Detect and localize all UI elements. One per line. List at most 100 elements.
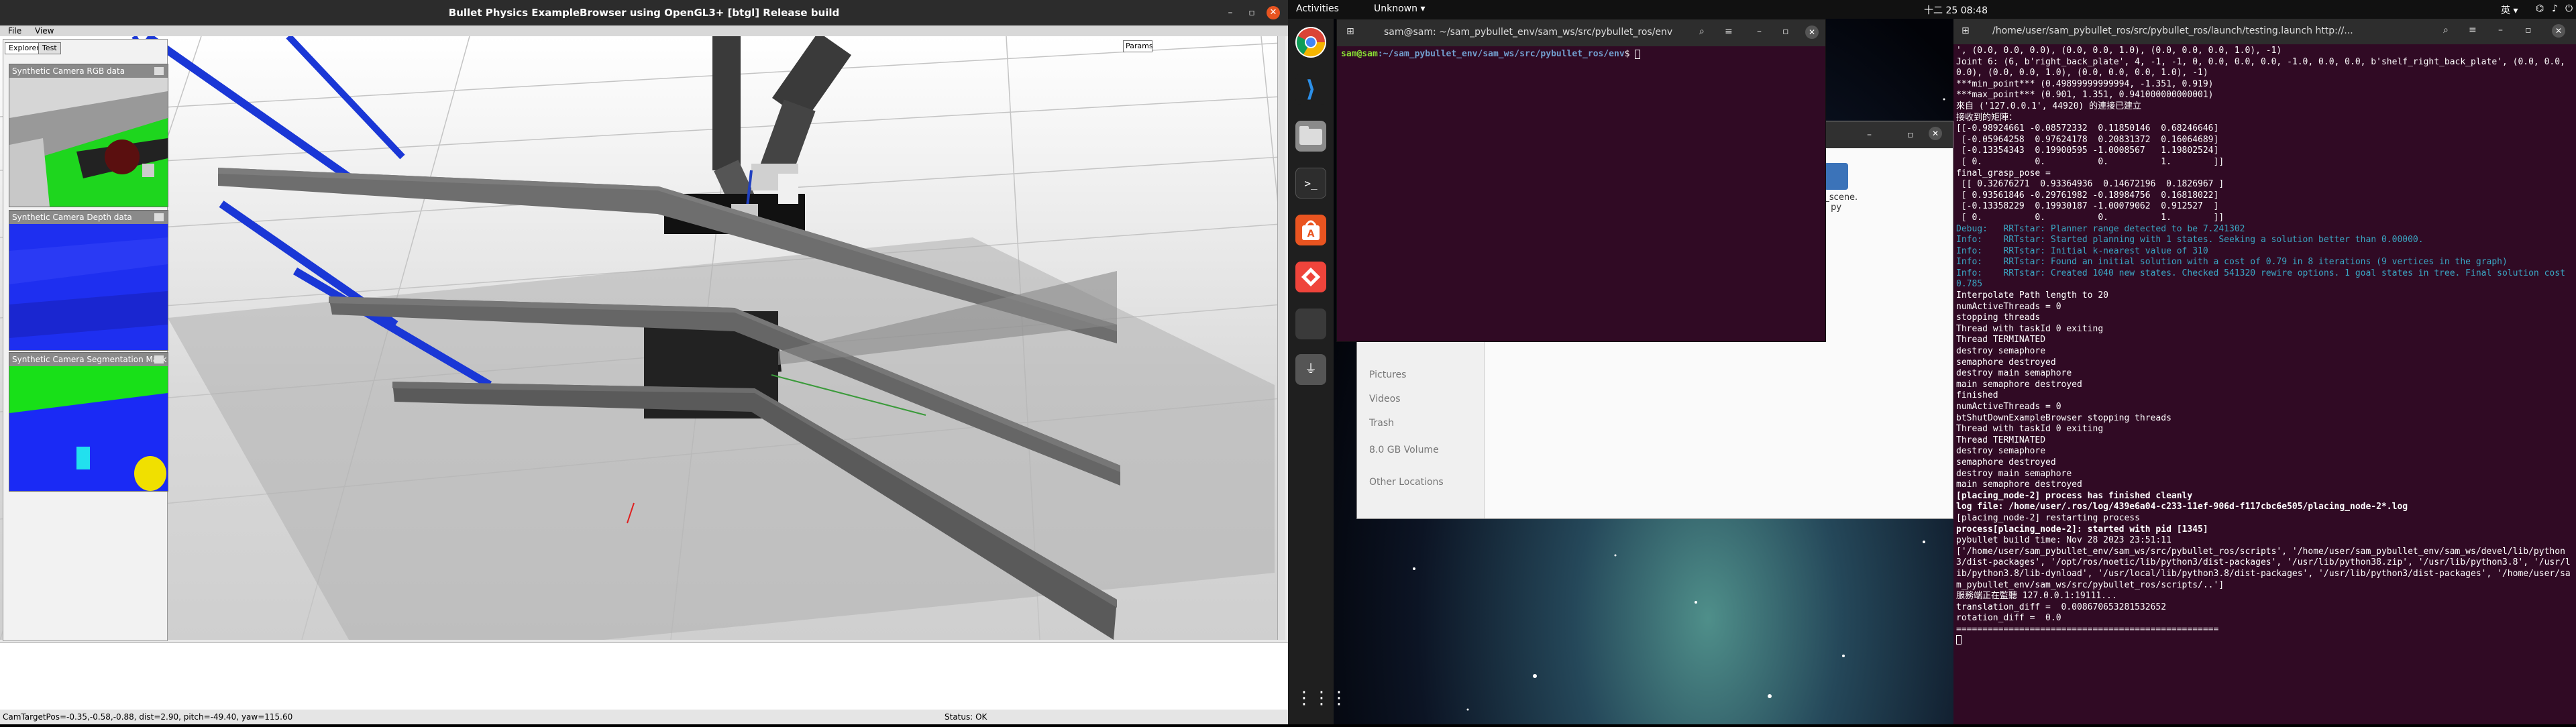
terminal-line: 服務端正在監聽 127.0.0.1:19111... [1956,591,2117,602]
terminal-line: [-0.05964258 0.97624178 0.20831372 0.160… [1956,134,2219,145]
terminal-output[interactable]: ', (0.0, 0.0, 0.0), (0.0, 0.0, 1.0), (0.… [1953,44,2576,724]
terminal-line: [placing_node-2] process has finished cl… [1956,490,2193,501]
depth-camera-image [9,224,168,350]
terminal-line: destroy semaphore [1956,446,2046,457]
app-menu[interactable]: Unknown ▾ [1374,3,1425,14]
ubuntu-dock: ⟩ >_ A ⏚ ⋮⋮⋮ [1288,19,1348,724]
files-icon[interactable] [1295,121,1326,152]
viewport-scrollbar[interactable] [1277,36,1285,640]
chrome-icon[interactable] [1295,27,1326,58]
scene-render [0,36,1281,640]
search-icon[interactable]: ⌕ [1699,26,1705,37]
terminal-line: Thread TERMINATED [1956,435,2046,445]
new-tab-icon[interactable]: ⊞ [1346,26,1354,37]
terminal-output[interactable]: sam@sam:~/sam_pybullet_env/sam_ws/src/py… [1337,46,1825,341]
terminal-icon[interactable]: >_ [1295,168,1326,199]
terminal-window-launch: ⊞ /home/user/sam_pybullet_ros/src/pybull… [1953,19,2576,724]
close-icon[interactable]: ✕ [2552,24,2565,38]
status-ok: Status: OK [945,712,987,722]
depth-camera-panel: Synthetic Camera Depth data [9,210,168,351]
terminal-line: ', (0.0, 0.0, 0.0), (0.0, 0.0, 1.0), (0.… [1956,46,2282,56]
terminal-line: destroy main semaphore [1956,368,2072,379]
blank-app-icon[interactable] [1295,309,1326,339]
bullet-window: Bullet Physics ExampleBrowser using Open… [0,0,1288,724]
cursor [1635,49,1641,59]
terminal-line: pybullet build time: Nov 28 2023 23:51:1… [1956,535,2171,546]
tab-test[interactable]: Test [38,42,61,54]
menu-icon[interactable]: ≡ [1725,26,1733,37]
network-icon[interactable]: ⌬ [2536,3,2544,14]
apps-grid-icon[interactable]: ⋮⋮⋮ [1295,683,1348,714]
3d-viewport[interactable] [0,36,1281,640]
terminal-line: stopping threads [1956,313,2041,323]
volume-icon[interactable]: ♪ [2552,3,2558,14]
terminal-line: Joint 6: (6, b'right_back_plate', 4, -1,… [1956,56,2571,78]
vscode-icon[interactable]: ⟩ [1295,74,1326,105]
panel-close-icon[interactable] [154,355,164,364]
sidebar-item-trash[interactable]: Trash [1369,418,1394,429]
params-button[interactable]: Params [1123,40,1153,52]
clock[interactable]: 十二 25 08:48 [1924,3,1988,17]
panel-close-icon[interactable] [154,67,164,75]
sidebar-item-volume[interactable]: 8.0 GB Volume [1369,445,1439,455]
input-method-indicator[interactable]: 英 ▾ [2501,3,2518,17]
menu-icon[interactable]: ≡ [2469,25,2477,36]
rgb-camera-title: Synthetic Camera RGB data [9,64,168,78]
terminal-header: ⊞ /home/user/sam_pybullet_ros/src/pybull… [1953,19,2576,44]
close-icon[interactable]: ✕ [1267,6,1280,19]
new-tab-icon[interactable]: ⊞ [1962,25,1970,36]
search-icon[interactable]: ⌕ [2443,25,2449,36]
software-icon[interactable]: A [1295,215,1326,245]
usb-icon[interactable]: ⏚ [1295,354,1326,385]
terminal-line: ['/home/user/sam_pybullet_env/sam_ws/src… [1956,546,2571,590]
sidebar-item-videos[interactable]: Videos [1369,394,1401,404]
terminal-window-env: ⊞ sam@sam: ~/sam_pybullet_env/sam_ws/src… [1336,19,1826,342]
menu-view[interactable]: View [35,26,54,36]
terminal-line: 接收到的矩陣： [1956,112,2018,123]
terminal-line: [[-0.98924661 -0.08572332 0.11850146 0.6… [1956,123,2219,134]
explorer-panel: Explorer Test Synthetic Camera RGB data … [3,39,168,641]
terminal-line: numActiveThreads = 0 [1956,402,2061,412]
segmentation-camera-title: Synthetic Camera Segmentation Mask [9,353,168,366]
close-icon[interactable]: ✕ [1805,25,1819,39]
menu-bar: File View [0,25,1288,36]
terminal-line: [[ 0.32676271 0.93364936 0.14672196 0.18… [1956,179,2224,190]
rgb-camera-panel: Synthetic Camera RGB data [9,64,168,207]
terminal-line: translation_diff = 0.008670653281532652 [1956,602,2167,612]
terminal-line: process[placing_node-2]: started with pi… [1956,524,2208,535]
terminal-line: Interpolate Path length to 20 [1956,290,2108,301]
close-icon[interactable]: ✕ [1929,127,1942,140]
sidebar-item-other-locations[interactable]: Other Locations [1369,477,1444,488]
sidebar-item-pictures[interactable]: Pictures [1369,370,1406,380]
cursor [1956,635,1962,645]
minimize-icon[interactable]: – [1757,26,1762,37]
segmentation-camera-image [9,366,168,491]
activities-button[interactable]: Activities [1296,3,1339,14]
terminal-line: final_grasp_pose = [1956,168,2051,178]
maximize-icon[interactable]: ▫ [1245,6,1258,19]
terminal-line: semaphore destroyed [1956,457,2056,467]
terminal-line: rotation_diff = 0.0 [1956,613,2061,624]
minimize-icon[interactable]: – [1224,6,1237,19]
terminal-line: log file: /home/user/.ros/log/439e6a04-c… [1956,502,2408,512]
terminal-line: Thread with taskId 0 exiting [1956,323,2104,334]
terminal-line: [-0.13354343 0.19900595 -1.0008567 1.198… [1956,146,2219,156]
python-file-icon[interactable] [1824,163,1848,190]
panel-close-icon[interactable] [154,213,164,221]
svg-text:A: A [1307,229,1315,239]
power-icon[interactable]: ⏻ [2565,3,2573,14]
prompt-path: :~/sam_pybullet_env/sam_ws/src/pybullet_… [1377,49,1625,59]
console-area [0,642,1288,710]
terminal-line: 來自 ('127.0.0.1', 44920) 的連接已建立 [1956,101,2142,111]
maximize-icon[interactable]: ▫ [2525,25,2532,36]
terminal-line: Thread with taskId 0 exiting [1956,424,2104,435]
minimize-icon[interactable]: – [1867,129,1872,140]
minimize-icon[interactable]: – [2498,25,2503,36]
terminal-line: [placing_node-2] restarting process [1956,512,2140,523]
terminal-line: main semaphore destroyed [1956,480,2082,490]
maximize-icon[interactable]: ▫ [1782,26,1789,37]
menu-file[interactable]: File [8,26,21,36]
maximize-icon[interactable]: ▫ [1907,129,1914,140]
depth-camera-title: Synthetic Camera Depth data [9,211,168,224]
anydesk-icon[interactable] [1295,262,1326,292]
